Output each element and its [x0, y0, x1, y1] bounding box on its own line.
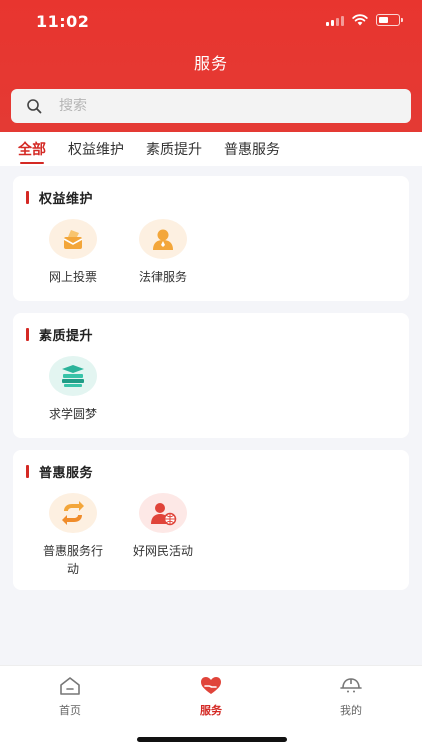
lawyer-icon [139, 219, 187, 259]
signal-icon [326, 15, 344, 26]
section-card-welfare: 普惠服务 普惠服务行动 好网民活动 [13, 450, 409, 590]
home-icon [30, 676, 110, 696]
tabbar-label: 首页 [59, 704, 81, 717]
helmet-icon [311, 676, 391, 696]
tab-rights[interactable]: 权益维护 [68, 132, 124, 166]
tab-welfare[interactable]: 普惠服务 [224, 132, 280, 166]
service-welfare-action[interactable]: 普惠服务行动 [23, 493, 123, 578]
page-title: 服务 [193, 54, 228, 73]
status-icons [326, 14, 403, 26]
tab-quality[interactable]: 素质提升 [146, 132, 202, 166]
books-icon [49, 356, 97, 396]
search-icon [17, 89, 51, 123]
tab-all[interactable]: 全部 [18, 132, 46, 166]
section-marker [26, 464, 29, 478]
tabbar-mine[interactable]: 我的 [311, 676, 391, 718]
exchange-icon [49, 493, 97, 533]
service-online-vote[interactable]: 网上投票 [23, 219, 123, 286]
service-study-dream[interactable]: 求学圆梦 [23, 356, 123, 423]
section-card-quality: 素质提升 求学圆梦 [13, 313, 409, 438]
service-label: 好网民活动 [133, 544, 194, 558]
ballot-icon [49, 219, 97, 259]
service-legal[interactable]: 法律服务 [113, 219, 213, 286]
section-header: 素质提升 [13, 325, 94, 344]
service-good-netizen[interactable]: 好网民活动 [113, 493, 213, 560]
section-header: 普惠服务 [13, 462, 94, 481]
status-bar: 11:02 [0, 0, 422, 44]
section-marker [26, 327, 29, 341]
section-card-rights: 权益维护 网上投票 法律服务 [13, 176, 409, 301]
section-title: 普惠服务 [39, 465, 94, 481]
section-marker [26, 190, 29, 204]
tabbar-service[interactable]: 服务 [171, 676, 251, 718]
search-bar[interactable] [11, 89, 411, 123]
section-header: 权益维护 [13, 188, 94, 207]
home-indicator [137, 737, 287, 742]
netizen-icon [139, 493, 187, 533]
tabbar-label: 服务 [200, 704, 222, 717]
header: 11:02 服务 [0, 0, 422, 132]
battery-icon [376, 14, 403, 26]
wifi-icon [352, 14, 368, 26]
tabbar-home[interactable]: 首页 [30, 676, 110, 718]
section-title: 权益维护 [39, 191, 94, 207]
category-tabs: 全部 权益维护 素质提升 普惠服务 [0, 132, 422, 166]
tabbar-label: 我的 [340, 704, 362, 717]
service-label: 法律服务 [138, 270, 187, 284]
status-time: 11:02 [36, 12, 90, 31]
heart-hand-icon [171, 676, 251, 696]
service-label: 网上投票 [48, 270, 97, 284]
service-label: 普惠服务行动 [43, 544, 104, 576]
service-label: 求学圆梦 [48, 407, 97, 421]
search-input[interactable] [59, 98, 359, 114]
section-title: 素质提升 [39, 328, 94, 344]
